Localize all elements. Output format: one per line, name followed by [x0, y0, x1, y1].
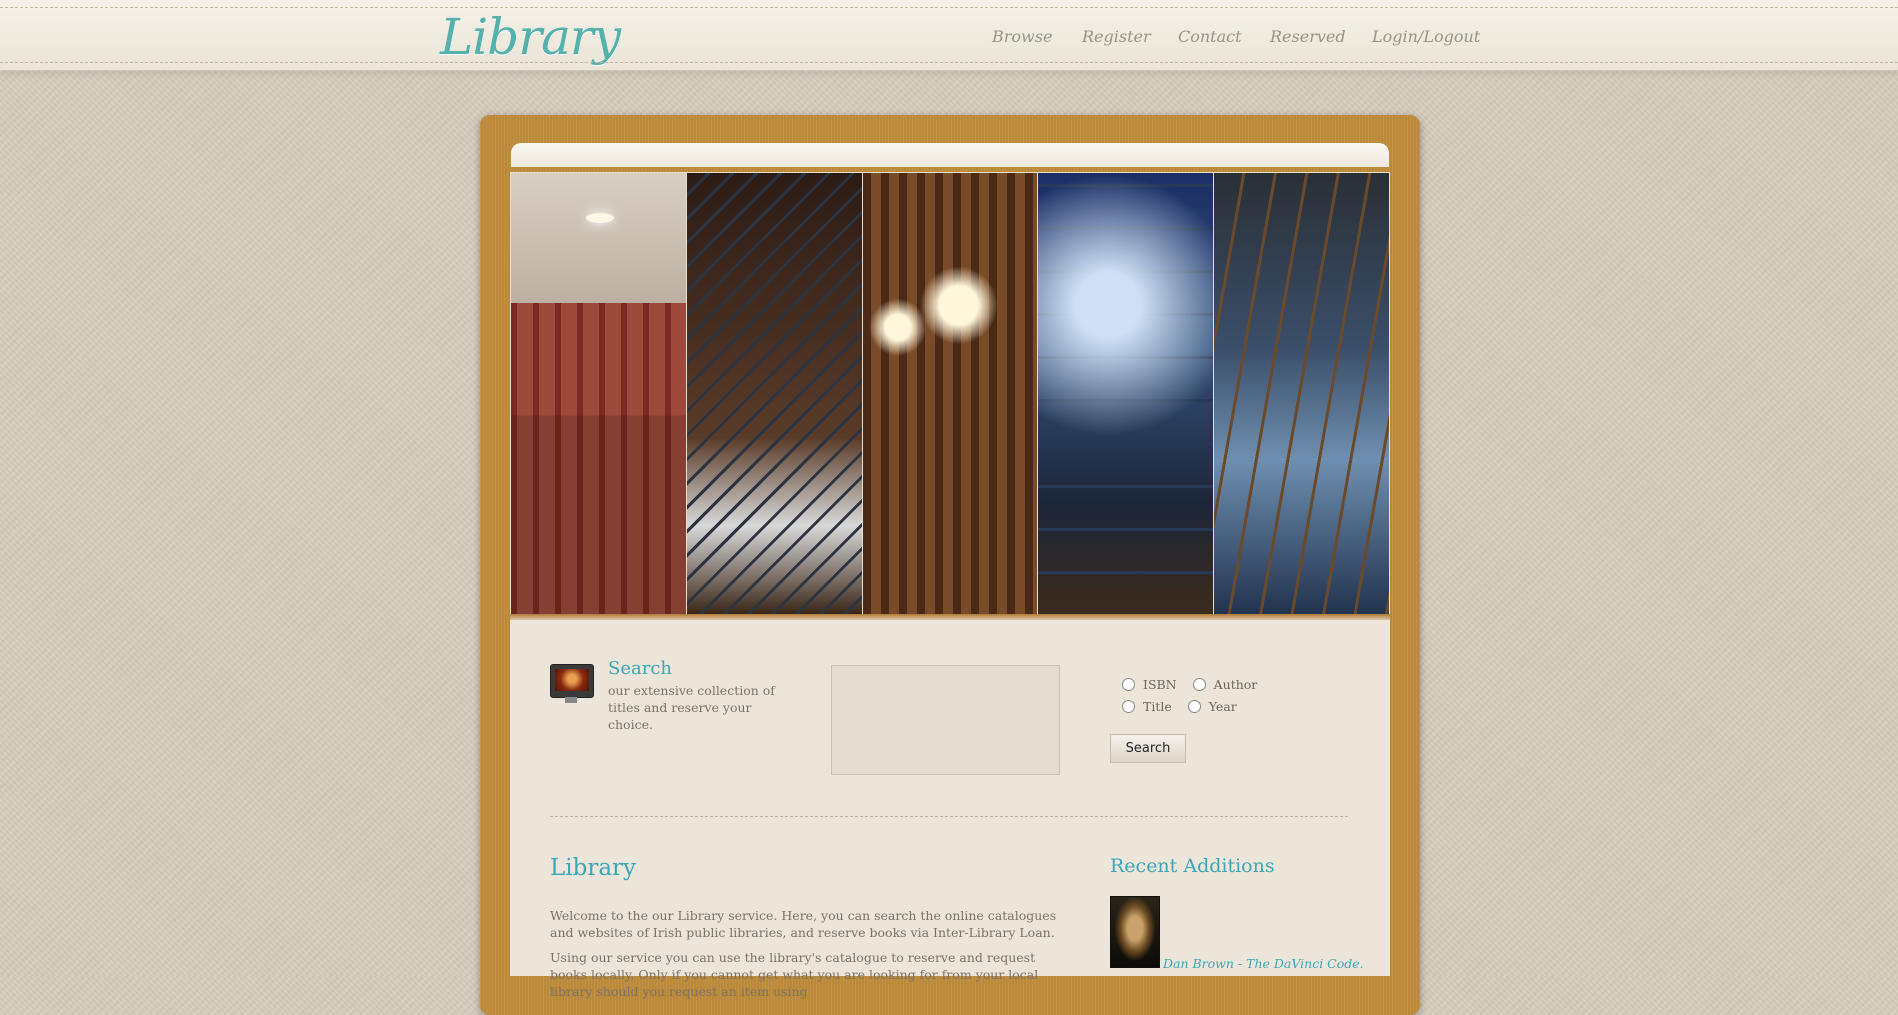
radio-isbn[interactable]	[1122, 677, 1135, 691]
hero-image-bookshelves	[511, 173, 687, 614]
service-paragraph: Using our service you can use the librar…	[550, 950, 1039, 999]
intro-paragraph: Welcome to the our Library service. Here…	[550, 908, 1057, 940]
monitor-icon	[550, 664, 594, 706]
radio-author[interactable]	[1192, 677, 1206, 691]
book-cover-thumbnail[interactable]	[1110, 896, 1160, 968]
top-bar: Library Browse Register Contact Reserved…	[0, 0, 1898, 71]
nav-login-logout[interactable]: Login/Logout	[1372, 27, 1480, 46]
site-logo[interactable]: Library	[440, 8, 621, 66]
search-description: our extensive collection of titles and r…	[608, 683, 775, 732]
radio-isbn-label: ISBN	[1143, 676, 1177, 692]
radio-title-label: Title	[1143, 698, 1172, 714]
radio-year-label: Year	[1208, 698, 1237, 714]
nav-register[interactable]: Register	[1082, 27, 1151, 46]
nav-reserved[interactable]: Reserved	[1270, 27, 1346, 46]
radio-author-label: Author	[1213, 676, 1258, 692]
section-divider	[550, 816, 1348, 817]
hero-image-staircase	[686, 173, 863, 614]
radio-title[interactable]	[1122, 699, 1135, 713]
hero-image-atrium	[1214, 173, 1389, 614]
search-options: ISBN Author Title Year	[1122, 673, 1273, 717]
hero-image-reading-room	[862, 173, 1039, 614]
nav-contact[interactable]: Contact	[1178, 27, 1242, 46]
recent-book-link[interactable]: Dan Brown - The DaVinci Code.	[1163, 956, 1364, 971]
search-button[interactable]: Search	[1110, 734, 1186, 763]
hero-banner	[510, 172, 1390, 615]
hero-image-glass-window	[1038, 173, 1215, 614]
search-input[interactable]	[831, 665, 1060, 775]
radio-year[interactable]	[1187, 699, 1201, 713]
page-title: Library	[550, 855, 637, 881]
search-heading: Search	[608, 658, 672, 679]
nav-browse[interactable]: Browse	[992, 27, 1052, 46]
frame-top-bar	[511, 143, 1389, 167]
recent-additions-heading: Recent Additions	[1110, 855, 1275, 877]
